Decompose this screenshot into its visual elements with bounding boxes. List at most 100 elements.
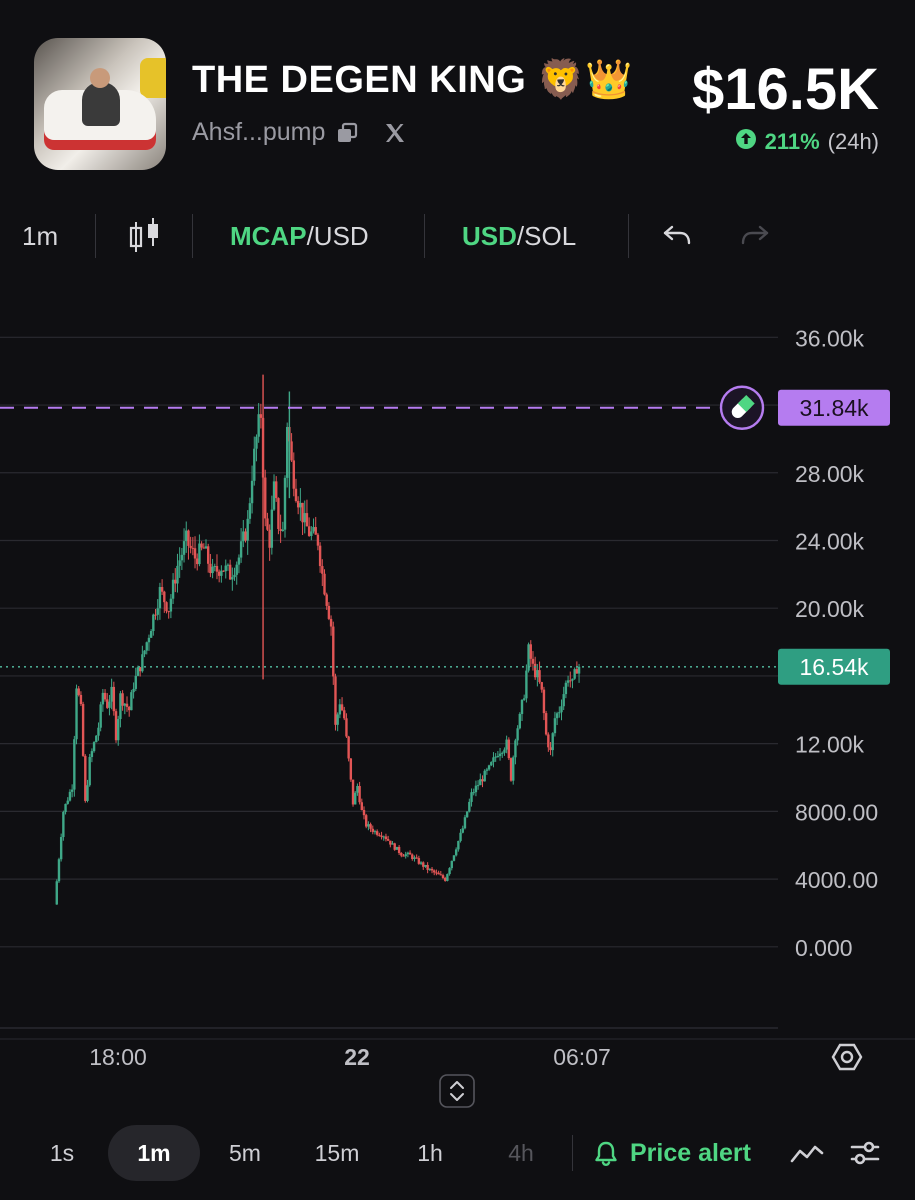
candle-body [316, 534, 320, 546]
usd-label: USD [462, 220, 517, 251]
candle-body [503, 749, 506, 753]
timeframe-1h[interactable]: 1h [392, 1125, 468, 1181]
mcap-usd-toggle[interactable]: MCAP/USD [230, 210, 369, 262]
candle-body [187, 530, 190, 546]
candle-body [566, 680, 570, 683]
candle-body [213, 566, 216, 568]
candle-body [577, 666, 581, 674]
candle-body [433, 870, 436, 873]
candle-body [391, 843, 394, 845]
candle-body [228, 564, 232, 580]
candle-body [272, 481, 276, 510]
price-alert-button[interactable]: Price alert [592, 1125, 751, 1181]
candle-body [463, 817, 467, 829]
token-address-row: Ahsf...pump [192, 118, 407, 147]
x-twitter-icon[interactable] [383, 121, 407, 145]
candle-body [97, 727, 100, 736]
candle-body [196, 558, 199, 565]
candle-body [571, 678, 574, 681]
y-tick-label: 0.000 [795, 935, 853, 961]
candle-body [147, 637, 151, 643]
candle-body [349, 758, 353, 780]
candle-body [485, 769, 489, 771]
candle-body [169, 598, 173, 612]
candle-body [178, 560, 181, 566]
candle-body [378, 834, 381, 836]
chart-settings-icon[interactable] [831, 1043, 863, 1071]
candle-body [345, 718, 348, 737]
candle-body [57, 859, 61, 882]
interval-button[interactable]: 1m [22, 210, 58, 262]
candle-body [154, 614, 157, 616]
candle-body [448, 868, 451, 875]
candle-body [437, 872, 440, 875]
candle-body [457, 840, 460, 850]
candle-body [439, 874, 443, 876]
candle-body [443, 877, 447, 881]
candle-body [176, 565, 179, 584]
timeframe-15m[interactable]: 15m [296, 1125, 378, 1181]
candle-body [362, 810, 366, 816]
candle-body [512, 757, 515, 781]
candle-body [441, 875, 445, 878]
candle-body [211, 566, 214, 574]
y-tick-label: 12.00k [795, 732, 865, 758]
line-chart-icon[interactable] [789, 1137, 825, 1174]
candle-body [149, 630, 153, 638]
candle-body [516, 728, 519, 741]
candle-body [299, 502, 302, 508]
candle-body [156, 608, 159, 615]
candle-body [266, 518, 269, 530]
candle-body [250, 480, 254, 504]
candle-body [417, 858, 421, 864]
candle-body [369, 824, 372, 829]
price-chart[interactable]: 36.00k 28.00k 24.00k 20.00k 12.00k 8000.00 400… [0, 295, 915, 1110]
candle-body [507, 739, 511, 759]
candle-body [73, 739, 76, 790]
candle-body [307, 526, 311, 536]
candle-body [386, 839, 390, 841]
candle-body [275, 481, 278, 499]
candle-body [66, 800, 69, 804]
candle-body [569, 680, 572, 682]
candle-body [520, 699, 524, 714]
candle-body [542, 689, 546, 714]
candle-body [354, 792, 357, 805]
candle-body [490, 762, 493, 766]
candle-body [428, 868, 432, 870]
settings-sliders-icon[interactable] [848, 1137, 882, 1174]
candle-body [119, 693, 122, 720]
chart-grid: 36.00k 28.00k 24.00k 20.00k 12.00k 8000.00 400… [0, 325, 915, 1070]
candle-body [472, 792, 475, 794]
candle-body [479, 779, 482, 786]
candle-body [459, 832, 462, 841]
candle-body [110, 686, 113, 702]
candle-body [461, 828, 464, 833]
candle-body [367, 824, 370, 827]
bell-icon [595, 1141, 617, 1167]
usd-sol-toggle[interactable]: USD/SOL [462, 210, 576, 262]
candle-body [402, 855, 405, 857]
candle-body [127, 706, 131, 711]
candle-body [292, 460, 295, 489]
timeframe-5m[interactable]: 5m [206, 1125, 284, 1181]
candle-body [285, 426, 289, 478]
undo-icon[interactable] [660, 210, 694, 262]
timeframe-1m[interactable]: 1m [108, 1125, 200, 1181]
expand-chart-button[interactable] [439, 1074, 475, 1108]
candle-body [189, 545, 192, 548]
token-avatar[interactable] [34, 38, 166, 170]
candle-body [375, 831, 379, 835]
candle-body [430, 868, 434, 871]
y-tick-label: 24.00k [795, 528, 865, 554]
candle-body [454, 849, 458, 856]
candlestick-icon[interactable] [128, 210, 162, 262]
timeframe-4h: 4h [508, 1139, 534, 1166]
candle-body [152, 614, 155, 631]
candle-body [95, 735, 98, 743]
candle-body [88, 757, 91, 786]
timeframe-1s[interactable]: 1s [32, 1125, 92, 1181]
candle-body [290, 441, 293, 461]
copy-icon[interactable] [335, 121, 359, 145]
candle-body [329, 618, 333, 627]
